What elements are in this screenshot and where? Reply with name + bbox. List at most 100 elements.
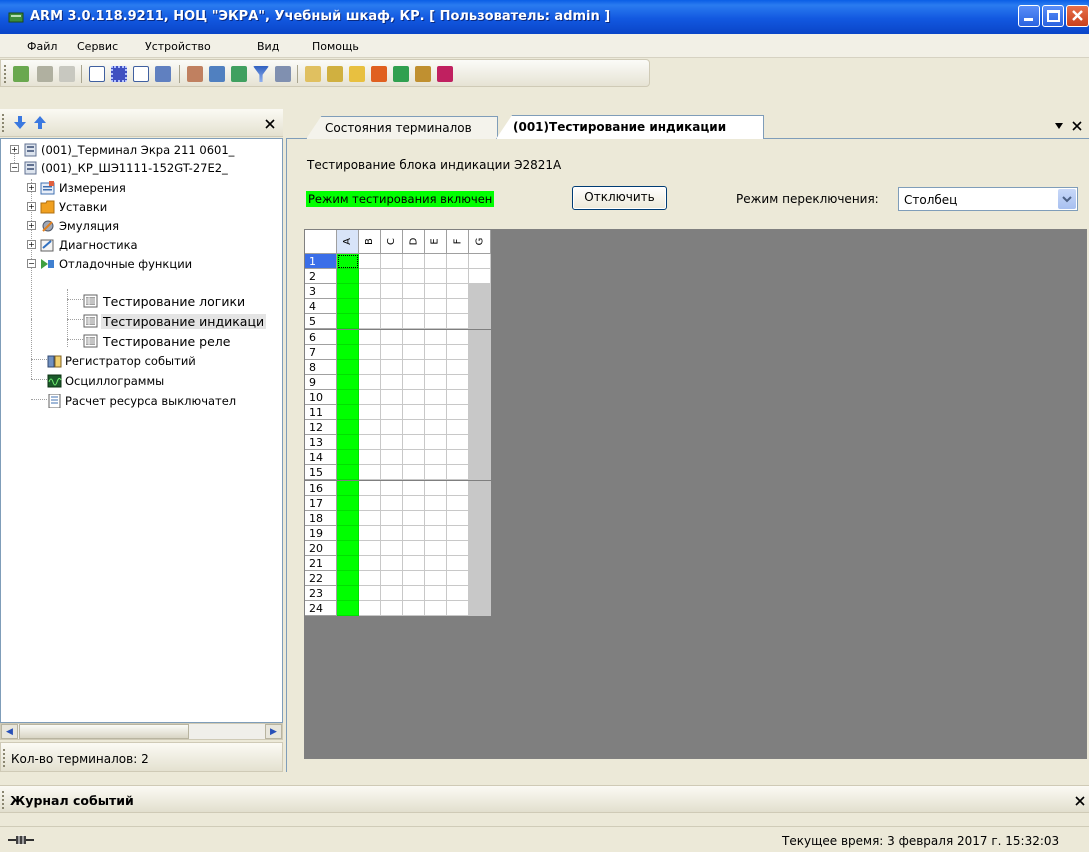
grid-cell[interactable]: [469, 601, 491, 617]
grid-cell[interactable]: [359, 510, 381, 526]
grid-cell[interactable]: [337, 525, 359, 541]
grid-cell[interactable]: [381, 480, 403, 496]
expand-icon[interactable]: +: [27, 183, 36, 192]
grid-cell[interactable]: [403, 586, 425, 602]
grid-cell[interactable]: [381, 586, 403, 602]
grid-cell[interactable]: [469, 299, 491, 315]
menu-view[interactable]: Вид: [257, 40, 279, 53]
column-header-b[interactable]: B: [359, 230, 381, 254]
grid-cell[interactable]: [337, 465, 359, 481]
grid-cell[interactable]: [403, 525, 425, 541]
grid-cell[interactable]: [469, 420, 491, 436]
report-icon[interactable]: [187, 66, 203, 82]
grid-cell[interactable]: [337, 329, 359, 345]
grid-cell[interactable]: [403, 284, 425, 300]
grid-cell[interactable]: [469, 389, 491, 405]
row-header[interactable]: 21: [305, 556, 337, 572]
grid-cell[interactable]: [337, 450, 359, 466]
row-header[interactable]: 17: [305, 495, 337, 511]
grid-cell[interactable]: [469, 465, 491, 481]
grid-cell[interactable]: [403, 329, 425, 345]
grid-cell[interactable]: [337, 254, 359, 270]
grid-cell[interactable]: [381, 601, 403, 617]
grid-cell[interactable]: [469, 329, 491, 345]
grid-cell[interactable]: [403, 254, 425, 270]
tab-list-icon[interactable]: [1054, 122, 1064, 130]
menu-service[interactable]: Сервис: [77, 40, 118, 53]
row-header[interactable]: 20: [305, 540, 337, 556]
grid-cell[interactable]: [425, 405, 447, 421]
grid-cell[interactable]: [337, 420, 359, 436]
grid-cell[interactable]: [447, 480, 469, 496]
grid-cell[interactable]: [447, 435, 469, 451]
connect-icon[interactable]: [37, 66, 53, 82]
grid-cell[interactable]: [337, 314, 359, 330]
grid-cell[interactable]: [447, 374, 469, 390]
sync-icon[interactable]: [393, 66, 409, 82]
grid-cell[interactable]: [447, 254, 469, 270]
book-icon[interactable]: [437, 66, 453, 82]
toolbar-grip[interactable]: [4, 65, 6, 83]
grid-cell[interactable]: [425, 359, 447, 375]
grid-cell[interactable]: [425, 556, 447, 572]
close-panel-icon[interactable]: [265, 119, 275, 129]
grid-cell[interactable]: [425, 435, 447, 451]
grid-cell[interactable]: [403, 465, 425, 481]
grid-cell[interactable]: [447, 495, 469, 511]
grid-cell[interactable]: [425, 420, 447, 436]
grid-cell[interactable]: [425, 269, 447, 285]
chart-icon[interactable]: [327, 66, 343, 82]
grid-cell[interactable]: [359, 586, 381, 602]
grid-cell[interactable]: [359, 465, 381, 481]
grid-cell[interactable]: [425, 389, 447, 405]
expand-icon[interactable]: +: [10, 145, 19, 154]
row-header[interactable]: 5: [305, 314, 337, 330]
grid-cell[interactable]: [359, 284, 381, 300]
grid-cell[interactable]: [359, 556, 381, 572]
grid-cell[interactable]: [337, 510, 359, 526]
grid-cell[interactable]: [447, 269, 469, 285]
grid-cell[interactable]: [469, 556, 491, 572]
scroll-left-icon[interactable]: ◀: [1, 724, 18, 739]
expand-icon[interactable]: +: [27, 240, 36, 249]
grid-cell[interactable]: [403, 359, 425, 375]
sign-icon[interactable]: [349, 66, 365, 82]
menu-file[interactable]: Файл: [27, 40, 57, 53]
grid-cell[interactable]: [403, 405, 425, 421]
grid-cell[interactable]: [359, 299, 381, 315]
column-header-e[interactable]: E: [425, 230, 447, 254]
grid-cell[interactable]: [337, 359, 359, 375]
grid-cell[interactable]: [381, 540, 403, 556]
row-header[interactable]: 13: [305, 435, 337, 451]
grid-cell[interactable]: [337, 284, 359, 300]
grid-cell[interactable]: [359, 450, 381, 466]
grid-cell[interactable]: [469, 586, 491, 602]
grid-cell[interactable]: [469, 314, 491, 330]
arrow-up-icon[interactable]: [33, 115, 47, 131]
grid-cell[interactable]: [381, 556, 403, 572]
grid-cell[interactable]: [359, 405, 381, 421]
grid-cell[interactable]: [359, 480, 381, 496]
grid-cell[interactable]: [403, 420, 425, 436]
grid-cell[interactable]: [403, 556, 425, 572]
grid-cell[interactable]: [447, 556, 469, 572]
list-icon[interactable]: [89, 66, 105, 82]
maximize-button[interactable]: [1042, 5, 1064, 27]
grid-cell[interactable]: [337, 344, 359, 360]
grid-cell[interactable]: [337, 480, 359, 496]
row-header[interactable]: 18: [305, 510, 337, 526]
grid-cell[interactable]: [403, 601, 425, 617]
settings-icon[interactable]: [275, 66, 291, 82]
column-header-c[interactable]: C: [381, 230, 403, 254]
filter-icon[interactable]: [253, 66, 269, 82]
scroll-thumb[interactable]: [19, 724, 189, 739]
grid-cell[interactable]: [381, 435, 403, 451]
grid-cell[interactable]: [403, 269, 425, 285]
grid-cell[interactable]: [337, 435, 359, 451]
close-journal-icon[interactable]: [1075, 796, 1085, 806]
row-header[interactable]: 12: [305, 420, 337, 436]
grid-cell[interactable]: [469, 480, 491, 496]
grid-cell[interactable]: [447, 525, 469, 541]
grid-cell[interactable]: [425, 571, 447, 587]
grid-cell[interactable]: [447, 284, 469, 300]
